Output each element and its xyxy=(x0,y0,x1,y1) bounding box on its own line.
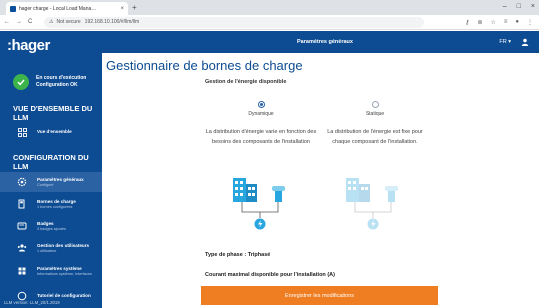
option-static[interactable]: Statique xyxy=(320,101,430,117)
not-secure-label: Not secure xyxy=(56,19,81,25)
menu-icon[interactable]: ⋮ xyxy=(527,19,533,26)
language-selector[interactable]: FR ▾ xyxy=(499,31,511,53)
browser-tab-title: hager charge - Local Load Mana… xyxy=(19,5,97,12)
phase-type: Type de phase : Triphasé xyxy=(205,252,270,258)
option-name: Statique xyxy=(365,111,385,117)
minimize-button[interactable]: – xyxy=(503,1,507,13)
static-description: La distribution de l'énergie est fixe po… xyxy=(327,129,423,145)
browser-tab[interactable]: hager charge - Local Load Mana… × xyxy=(6,2,128,15)
status-panel: En cours d'exécution Configuration OK xyxy=(0,69,102,95)
tab-close-icon[interactable]: × xyxy=(120,6,124,12)
charger-icon xyxy=(17,199,27,209)
window-controls: – □ × xyxy=(503,1,535,13)
check-icon xyxy=(13,74,29,90)
browser-toolbar: ⚷ ⊕ ☆ ≡ ● ⋮ xyxy=(465,19,535,26)
dynamic-radio[interactable] xyxy=(257,101,265,108)
sidebar-item-label: Tutoriel de configuration xyxy=(37,293,91,298)
reading-list-icon[interactable]: ≡ xyxy=(504,19,508,26)
static-radio[interactable] xyxy=(371,101,379,108)
hager-favicon xyxy=(10,5,16,12)
badge-icon xyxy=(17,221,27,231)
grid-icon xyxy=(17,127,27,137)
ev-charger-icon xyxy=(385,186,398,202)
sidebar-item-overview[interactable]: Vue d'ensemble xyxy=(0,122,102,142)
address-bar: ← → C ⚠ Not secure 192.168.10.100/#/llm/… xyxy=(0,15,539,30)
section-overview: VUE D'ENSEMBLE DU LLM xyxy=(13,104,93,122)
settings-icon xyxy=(17,177,27,187)
header-title: Paramètres généraux xyxy=(297,39,353,45)
sidebar-item-sub: 1 bornes configurées xyxy=(37,204,73,209)
lightning-icon xyxy=(367,218,379,230)
save-changes-button[interactable]: Enregistrer les modifications xyxy=(201,286,438,305)
static-illustration xyxy=(346,178,398,230)
url-text: 192.168.10.100/#/llm/llm xyxy=(84,19,140,25)
sidebar-item-chargers[interactable]: Bornes de charge 1 bornes configurées xyxy=(0,194,102,214)
dynamic-description: La distribution d'énergie varie en fonct… xyxy=(205,129,317,145)
sidebar-item-sub: 3 badges ajoutés xyxy=(37,226,66,231)
lightning-icon xyxy=(254,218,266,230)
sidebar-item-general-settings[interactable]: Paramètres généraux Configuré xyxy=(0,172,102,192)
option-name: Dynamique xyxy=(248,111,274,117)
status-running: En cours d'exécution xyxy=(36,75,87,81)
sidebar-item-sub: Informations système, Interfaces xyxy=(37,271,92,276)
dynamic-illustration xyxy=(233,178,285,230)
page-title: Gestionnaire de bornes de charge xyxy=(106,58,303,73)
phase-label: Type de phase : xyxy=(205,252,247,258)
sidebar-item-sub: 1 utilisateur xyxy=(37,248,57,253)
sidebar-item-sub: Configuré xyxy=(37,182,54,187)
llm-version: LLM version: LLM_20/1.2019 xyxy=(4,300,60,305)
status-config: Configuration OK xyxy=(36,82,78,88)
max-current-label: Courant maximal disponible pour l'instal… xyxy=(205,272,335,278)
warning-icon: ⚠ xyxy=(49,19,54,25)
profile-icon[interactable]: ● xyxy=(515,19,519,26)
browser-tab-bar: hager charge - Local Load Mana… × + – □ … xyxy=(0,0,539,15)
url-field[interactable]: ⚠ Not secure 192.168.10.100/#/llm/llm xyxy=(44,16,424,28)
sidebar: :hager En cours d'exécution Configuratio… xyxy=(0,31,102,308)
section-configuration: CONFIGURATION DU LLM xyxy=(13,153,89,171)
maximize-button[interactable]: □ xyxy=(517,1,521,13)
system-icon xyxy=(17,266,27,276)
back-button[interactable]: ← xyxy=(4,19,10,25)
sidebar-item-badges[interactable]: Badges 3 badges ajoutés xyxy=(0,216,102,236)
user-icon[interactable] xyxy=(521,38,529,46)
key-icon[interactable]: ⚷ xyxy=(465,19,469,26)
hager-logo: :hager xyxy=(7,37,50,54)
sidebar-item-users[interactable]: Gestion des utilisateurs 1 utilisateur xyxy=(0,238,102,258)
star-icon[interactable]: ☆ xyxy=(490,19,495,26)
energy-section-label: Gestion de l'énergie disponible xyxy=(205,79,287,85)
sidebar-item-system[interactable]: Paramètres système Informations système, … xyxy=(0,261,102,281)
reload-button[interactable]: C xyxy=(28,19,32,25)
close-window-button[interactable]: × xyxy=(531,1,535,13)
users-icon xyxy=(17,243,27,253)
zoom-icon[interactable]: ⊕ xyxy=(477,19,482,26)
option-dynamic[interactable]: Dynamique xyxy=(206,101,316,117)
forward-button[interactable]: → xyxy=(16,19,22,25)
ev-charger-icon xyxy=(272,186,285,202)
phase-value: Triphasé xyxy=(247,252,271,258)
building-icon xyxy=(233,178,257,202)
new-tab-button[interactable]: + xyxy=(132,2,137,13)
building-icon xyxy=(346,178,370,202)
sidebar-item-label: Vue d'ensemble xyxy=(37,129,72,134)
